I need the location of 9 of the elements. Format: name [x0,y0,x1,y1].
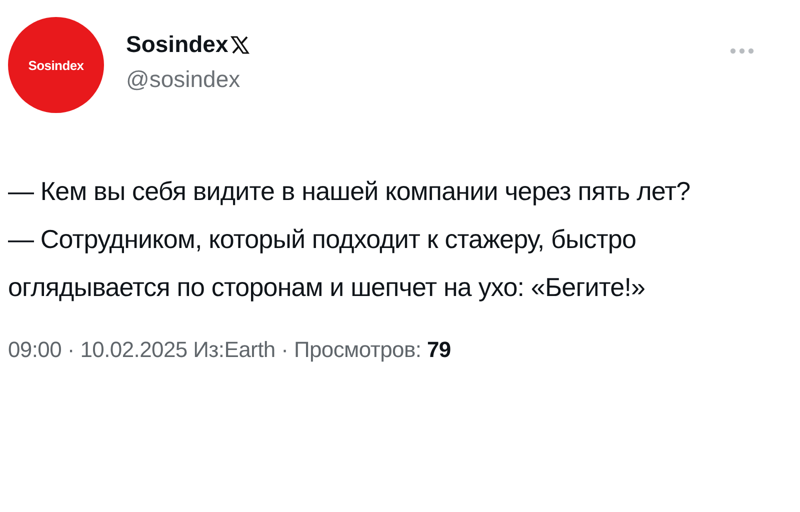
double-x-icon [230,34,250,54]
tweet-text: — Кем вы себя видите в нашей компании через пять лет? [8,175,692,208]
avatar-text: Sosindex [28,58,84,72]
author-handle[interactable]: @sosindex [126,66,250,93]
author-name[interactable]: Sosindex [126,31,228,58]
tweet-text: — Сотрудником, который подходит к стажеру, быстро оглядывается по сторонам и шепчет на ухо: «Бегите!» [8,223,646,304]
tweet-meta: 09:00 · 10.02.2025 Из:Earth · Просмотров: 79 [8,337,452,363]
avatar[interactable]: Sosindex [8,17,104,113]
more-options-icon[interactable] [730,48,754,54]
